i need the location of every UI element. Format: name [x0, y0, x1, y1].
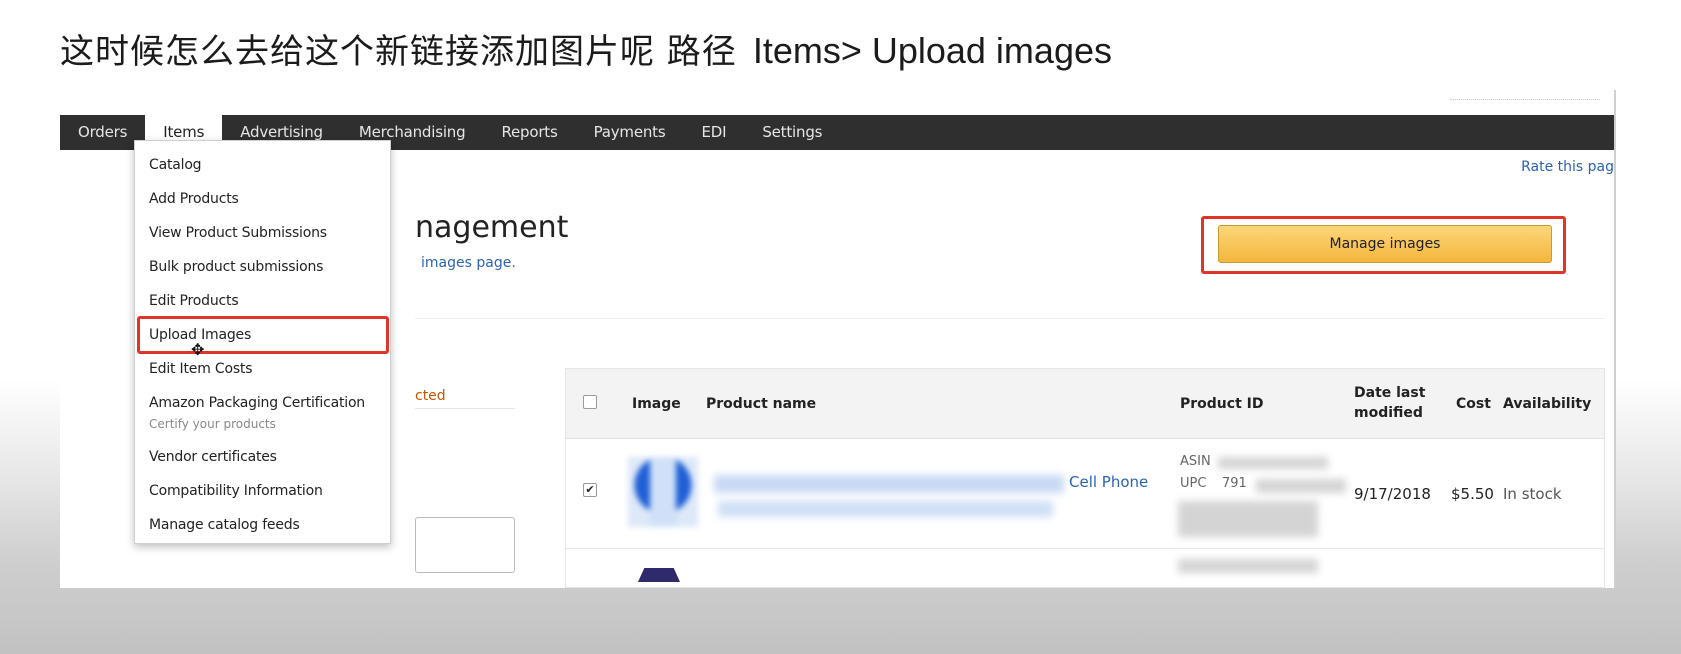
product-name-link[interactable]: Cell Phone: [1069, 473, 1148, 491]
nav-settings[interactable]: Settings: [744, 115, 840, 150]
section-divider: [415, 318, 1605, 319]
product-thumbnail-row2[interactable]: [638, 568, 680, 582]
video-caption: 这时候怎么去给这个新链接添加图片呢 路径 Items> Upload images: [60, 24, 1112, 73]
row-date: 9/17/2018: [1354, 485, 1431, 503]
blurred-asin: [1218, 457, 1328, 469]
table-row: ✔ Cell Phone ASIN UPC 791 9/17/2018 $5.5…: [566, 439, 1604, 549]
nav-reports[interactable]: Reports: [483, 115, 575, 150]
header-cost[interactable]: Cost: [1456, 396, 1491, 412]
table-header: Image Product name Product ID Date last …: [566, 369, 1604, 439]
select-all-checkbox[interactable]: [583, 395, 597, 409]
product-thumbnail[interactable]: [628, 457, 698, 527]
header-image: Image: [632, 396, 681, 412]
caption-path-text: Items> Upload images: [752, 30, 1112, 71]
page-subtitle-link[interactable]: images page.: [421, 255, 516, 271]
menu-item-view-product-submissions[interactable]: View Product Submissions: [149, 225, 327, 241]
blurred-upc: [1256, 479, 1346, 493]
header-date-line1: Date last: [1354, 385, 1426, 401]
menu-item-edit-item-costs[interactable]: Edit Item Costs: [149, 361, 253, 377]
side-textarea[interactable]: [415, 517, 515, 573]
blurred-id-extra: [1178, 501, 1318, 537]
rate-this-page-link[interactable]: Rate this pag: [1521, 159, 1614, 175]
product-table: Image Product name Product ID Date last …: [565, 368, 1605, 588]
side-filter-link[interactable]: cted: [415, 388, 446, 404]
header-date-last-modified[interactable]: Date last modified: [1354, 383, 1425, 423]
move-cursor-icon: ✥: [191, 342, 205, 359]
menu-item-catalog[interactable]: Catalog: [149, 157, 202, 173]
menu-subtext-certify: Certify your products: [149, 417, 276, 431]
top-links-strip: [1450, 90, 1600, 100]
header-availability[interactable]: Availability: [1503, 396, 1591, 412]
row-availability: In stock: [1503, 485, 1562, 503]
nav-orders[interactable]: Orders: [60, 115, 145, 150]
header-product-id[interactable]: Product ID: [1180, 396, 1263, 412]
header-date-line2: modified: [1354, 405, 1423, 421]
blurred-product-name: [714, 475, 1064, 493]
menu-item-compatibility-information[interactable]: Compatibility Information: [149, 483, 323, 499]
menu-item-bulk-product-submissions[interactable]: Bulk product submissions: [149, 259, 323, 275]
menu-item-vendor-certificates[interactable]: Vendor certificates: [149, 449, 277, 465]
menu-item-amazon-packaging-certification[interactable]: Amazon Packaging Certification: [149, 395, 365, 411]
menu-item-manage-catalog-feeds[interactable]: Manage catalog feeds: [149, 517, 300, 533]
row-checkbox[interactable]: ✔: [583, 483, 597, 497]
blurred-product-name-line2: [718, 501, 1053, 517]
asin-label: ASIN: [1180, 454, 1211, 469]
menu-item-edit-products[interactable]: Edit Products: [149, 293, 239, 309]
side-divider: [415, 408, 515, 409]
manage-images-button[interactable]: Manage images: [1218, 225, 1552, 263]
menu-item-add-products[interactable]: Add Products: [149, 191, 239, 207]
upload-images-highlight: [137, 316, 389, 354]
nav-payments[interactable]: Payments: [576, 115, 684, 150]
nav-edi[interactable]: EDI: [683, 115, 744, 150]
caption-chinese-text: 这时候怎么去给这个新链接添加图片呢 路径: [60, 32, 737, 72]
upc-partial: 791: [1222, 476, 1247, 491]
header-product-name[interactable]: Product name: [706, 396, 816, 412]
upc-label: UPC: [1180, 476, 1207, 491]
row-cost: $5.50: [1451, 485, 1494, 503]
page-title: nagement: [415, 210, 569, 245]
blurred-row2-id: [1178, 559, 1318, 573]
